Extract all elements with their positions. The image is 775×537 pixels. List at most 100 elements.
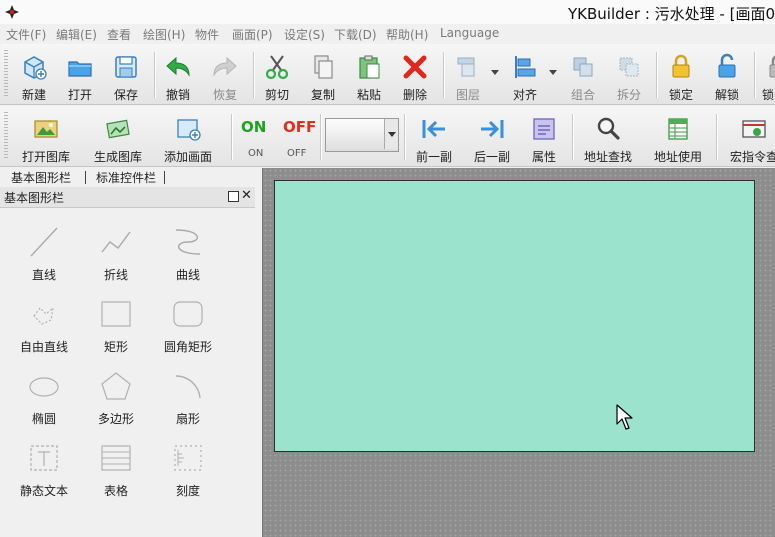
macro-button[interactable]: 宏指令查 xyxy=(724,110,775,164)
unlock-button[interactable]: 解锁 xyxy=(707,48,747,102)
address-use-button[interactable]: 地址使用 xyxy=(650,110,706,164)
toolbar-separator xyxy=(572,114,574,160)
align-icon xyxy=(515,56,536,78)
toolbar-separator xyxy=(404,114,406,160)
app-logo-icon[interactable] xyxy=(3,3,21,21)
cut-button[interactable]: 剪切 xyxy=(257,48,297,102)
undo-button[interactable]: 撤销 xyxy=(158,48,198,102)
off-sub-label: OFF xyxy=(287,148,307,159)
lock-button[interactable]: 锁定 xyxy=(661,48,701,102)
open-library-label: 打开图库 xyxy=(21,150,70,164)
align-dropdown-arrow-icon[interactable] xyxy=(549,70,557,75)
ungroup-label: 拆分 xyxy=(616,88,641,102)
address-find-button[interactable]: 地址查找 xyxy=(580,110,636,164)
build-library-button[interactable]: 生成图库 xyxy=(86,110,150,164)
menu-language[interactable]: Language xyxy=(440,26,499,40)
next-screen-icon xyxy=(481,120,504,138)
add-screen-button[interactable]: 添加画面 xyxy=(156,110,220,164)
freeline-icon xyxy=(33,306,54,325)
mouse-cursor-icon xyxy=(616,404,633,430)
shape-polyline[interactable]: 折线 xyxy=(85,220,147,282)
magnifier-icon xyxy=(597,117,620,140)
screen-select-combobox[interactable] xyxy=(325,118,399,152)
panel-tabs: 基本图形栏 标准控件栏 xyxy=(0,168,258,186)
toolbar-grip[interactable] xyxy=(4,50,8,98)
open-library-button[interactable]: 打开图库 xyxy=(14,110,78,164)
redo-label: 恢复 xyxy=(212,88,237,102)
open-label: 打开 xyxy=(67,88,92,102)
polyline-icon xyxy=(101,231,131,253)
delete-x-icon xyxy=(403,55,427,79)
shape-curve[interactable]: 曲线 xyxy=(157,220,219,282)
shape-rectangle[interactable]: 矩形 xyxy=(85,292,147,354)
table-icon xyxy=(101,445,131,471)
address-find-label: 地址查找 xyxy=(583,150,632,164)
menu-help[interactable]: 帮助(H) xyxy=(386,26,428,43)
ellipse-icon xyxy=(29,377,59,397)
prev-screen-label: 前一副 xyxy=(415,150,452,164)
menu-screen[interactable]: 画面(P) xyxy=(232,26,273,43)
shape-polygon[interactable]: 多边形 xyxy=(85,364,147,426)
redo-button[interactable]: 恢复 xyxy=(205,48,245,102)
layer-button[interactable]: 图层 xyxy=(448,48,488,102)
close-icon[interactable]: ✕ xyxy=(241,187,252,205)
screen-canvas[interactable] xyxy=(274,180,755,452)
copy-icon xyxy=(314,55,333,79)
menu-download[interactable]: 下载(D) xyxy=(334,26,377,43)
shape-label: 直线 xyxy=(31,268,56,282)
image-library-icon xyxy=(34,120,58,138)
new-button[interactable]: 新建 xyxy=(14,48,54,102)
group-button[interactable]: 组合 xyxy=(563,48,603,102)
group-label: 组合 xyxy=(570,88,595,102)
layer-label: 图层 xyxy=(455,88,480,102)
shape-scale[interactable]: 刻度 xyxy=(157,436,219,498)
shape-table[interactable]: 表格 xyxy=(85,436,147,498)
build-library-label: 生成图库 xyxy=(93,150,142,164)
delete-button[interactable]: 删除 xyxy=(395,48,435,102)
prev-screen-button[interactable]: 前一副 xyxy=(410,110,458,164)
paste-button[interactable]: 粘贴 xyxy=(349,48,389,102)
unlock-icon xyxy=(718,53,736,78)
align-button[interactable]: 对齐 xyxy=(505,48,545,102)
properties-label: 属性 xyxy=(531,150,556,164)
shape-static-text[interactable]: 静态文本 xyxy=(13,436,75,498)
toolbar-grip[interactable] xyxy=(4,112,8,160)
menu-object[interactable]: 物件 xyxy=(195,26,219,43)
shape-label: 椭圆 xyxy=(31,412,56,426)
title-bar: YKBuilder : 污水处理 - [画面0 xyxy=(0,0,775,24)
tab-basic-shapes[interactable]: 基本图形栏 xyxy=(11,169,71,186)
chevron-down-icon[interactable] xyxy=(384,119,398,149)
copy-button[interactable]: 复制 xyxy=(303,48,343,102)
restore-window-icon[interactable] xyxy=(228,191,239,202)
shape-label: 静态文本 xyxy=(19,484,68,498)
shape-ellipse[interactable]: 椭圆 xyxy=(13,364,75,426)
open-button[interactable]: 打开 xyxy=(60,48,100,102)
menu-settings[interactable]: 设定(S) xyxy=(284,26,325,43)
on-button[interactable]: ON xyxy=(241,118,266,136)
save-button[interactable]: 保存 xyxy=(106,48,146,102)
tab-divider xyxy=(164,171,165,184)
more-lock-button[interactable]: 锁 xyxy=(758,48,775,102)
menu-file[interactable]: 文件(F) xyxy=(6,26,46,43)
menu-view[interactable]: 查看 xyxy=(107,26,131,43)
shape-freeline[interactable]: 自由直线 xyxy=(13,292,75,354)
ungroup-button[interactable]: 拆分 xyxy=(609,48,649,102)
shape-line[interactable]: 直线 xyxy=(13,220,75,282)
add-screen-label: 添加画面 xyxy=(163,150,212,164)
layer-dropdown-arrow-icon[interactable] xyxy=(491,70,499,75)
menu-draw[interactable]: 绘图(H) xyxy=(143,26,185,43)
address-use-label: 地址使用 xyxy=(653,150,702,164)
menu-edit[interactable]: 编辑(E) xyxy=(56,26,97,43)
build-library-icon xyxy=(106,119,130,139)
copy-label: 复制 xyxy=(310,88,335,102)
properties-button[interactable]: 属性 xyxy=(522,110,566,164)
off-button[interactable]: OFF xyxy=(283,118,316,136)
next-screen-button[interactable]: 后一副 xyxy=(468,110,516,164)
save-label: 保存 xyxy=(113,88,138,102)
panel-header: 基本图形栏 ✕ xyxy=(0,187,255,208)
toolbar-separator xyxy=(754,52,756,98)
shape-rounded-rect[interactable]: 圆角矩形 xyxy=(157,292,219,354)
shape-sector[interactable]: 扇形 xyxy=(157,364,219,426)
tab-standard-controls[interactable]: 标准控件栏 xyxy=(96,169,156,186)
unlock-label: 解锁 xyxy=(714,88,739,102)
